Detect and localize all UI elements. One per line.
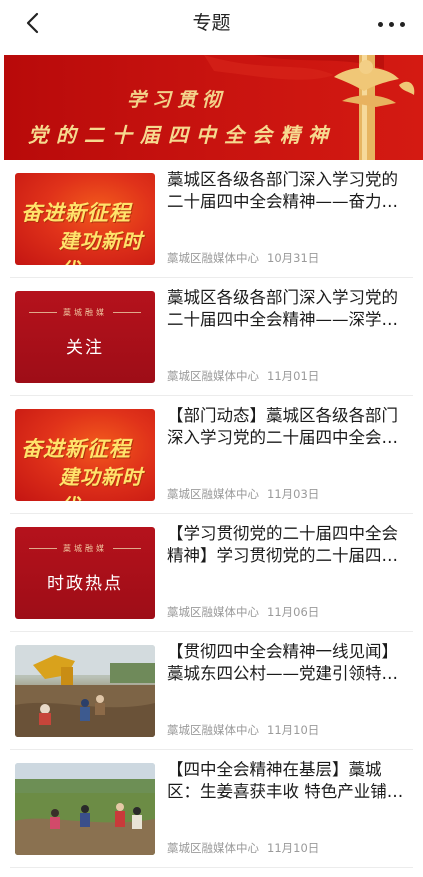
article-item[interactable]: 【四中全会精神在基层】藁城区：生姜喜获丰收 特色产业铺就… 藁城区融媒体中心 11… (0, 750, 423, 868)
article-meta: 藁城区融媒体中心 11月03日 (167, 486, 319, 502)
article-source: 藁城区融媒体中心 (167, 841, 259, 855)
article-thumbnail: 藁城融媒 关注 (15, 291, 155, 383)
article-item[interactable]: 藁城融媒 关注 藁城区各级各部门深入学习党的二十届四中全会精神——深学… 藁城区… (0, 278, 423, 396)
article-source: 藁城区融媒体中心 (167, 605, 259, 619)
article-date: 10月31日 (267, 251, 320, 265)
article-item[interactable]: 奋进新征程 建功新时代 藁城区各级各部门深入学习党的二十届四中全会精神——奋力…… (0, 160, 423, 278)
article-item[interactable]: 藁城融媒 时政热点 【学习贯彻党的二十届四中全会精神】学习贯彻党的二十届四… 藁… (0, 514, 423, 632)
divider (10, 867, 413, 868)
article-title: 【学习贯彻党的二十届四中全会精神】学习贯彻党的二十届四… (167, 524, 398, 565)
article-source: 藁城区融媒体中心 (167, 251, 259, 265)
farm-work-photo (15, 645, 155, 737)
article-meta: 藁城区融媒体中心 11月10日 (167, 840, 319, 856)
banner-title-line1: 学习贯彻 (127, 89, 228, 111)
article-source: 藁城区融媒体中心 (167, 369, 259, 383)
article-source: 藁城区融媒体中心 (167, 487, 259, 501)
article-source: 藁城区融媒体中心 (167, 723, 259, 737)
top-nav-bar: 专题 (0, 0, 423, 50)
article-date: 11月10日 (267, 723, 320, 737)
article-meta: 藁城区融媒体中心 11月01日 (167, 368, 319, 384)
article-thumbnail: 藁城融媒 时政热点 (15, 527, 155, 619)
article-title: 藁城区各级各部门深入学习党的二十届四中全会精神——奋力… (167, 170, 398, 211)
ginger-harvest-photo (15, 763, 155, 855)
article-date: 11月03日 (267, 487, 320, 501)
article-meta: 藁城区融媒体中心 10月31日 (167, 250, 319, 266)
article-title: 藁城区各级各部门深入学习党的二十届四中全会精神——深学… (167, 288, 398, 329)
article-date: 11月06日 (267, 605, 320, 619)
article-item[interactable]: 【贯彻四中全会精神一线见闻】藁城东四公村——党建引领特… 藁城区融媒体中心 11月… (0, 632, 423, 750)
more-options-button[interactable] (375, 9, 409, 39)
article-thumbnail: 奋进新征程 建功新时代 (15, 409, 155, 501)
article-item[interactable]: 奋进新征程 建功新时代 【部门动态】藁城区各级各部门深入学习党的二十届四中全会…… (0, 396, 423, 514)
article-thumbnail-photo (15, 645, 155, 737)
article-date: 11月01日 (267, 369, 320, 383)
topic-banner[interactable]: 学习贯彻 党的二十届四中全会精神 (4, 55, 423, 160)
article-date: 11月10日 (267, 841, 320, 855)
article-title: 【贯彻四中全会精神一线见闻】藁城东四公村——党建引领特… (167, 642, 398, 683)
article-thumbnail-photo (15, 763, 155, 855)
article-title: 【四中全会精神在基层】藁城区：生姜喜获丰收 特色产业铺就… (167, 760, 387, 801)
article-meta: 藁城区融媒体中心 11月10日 (167, 722, 319, 738)
more-dots-icon (378, 22, 383, 27)
article-thumbnail: 奋进新征程 建功新时代 (15, 173, 155, 265)
article-meta: 藁城区融媒体中心 11月06日 (167, 604, 319, 620)
page-title: 专题 (192, 12, 231, 34)
article-title: 【部门动态】藁城区各级各部门深入学习党的二十届四中全会… (167, 406, 398, 447)
banner-title-line2: 党的二十届四中全会精神 (28, 123, 336, 147)
